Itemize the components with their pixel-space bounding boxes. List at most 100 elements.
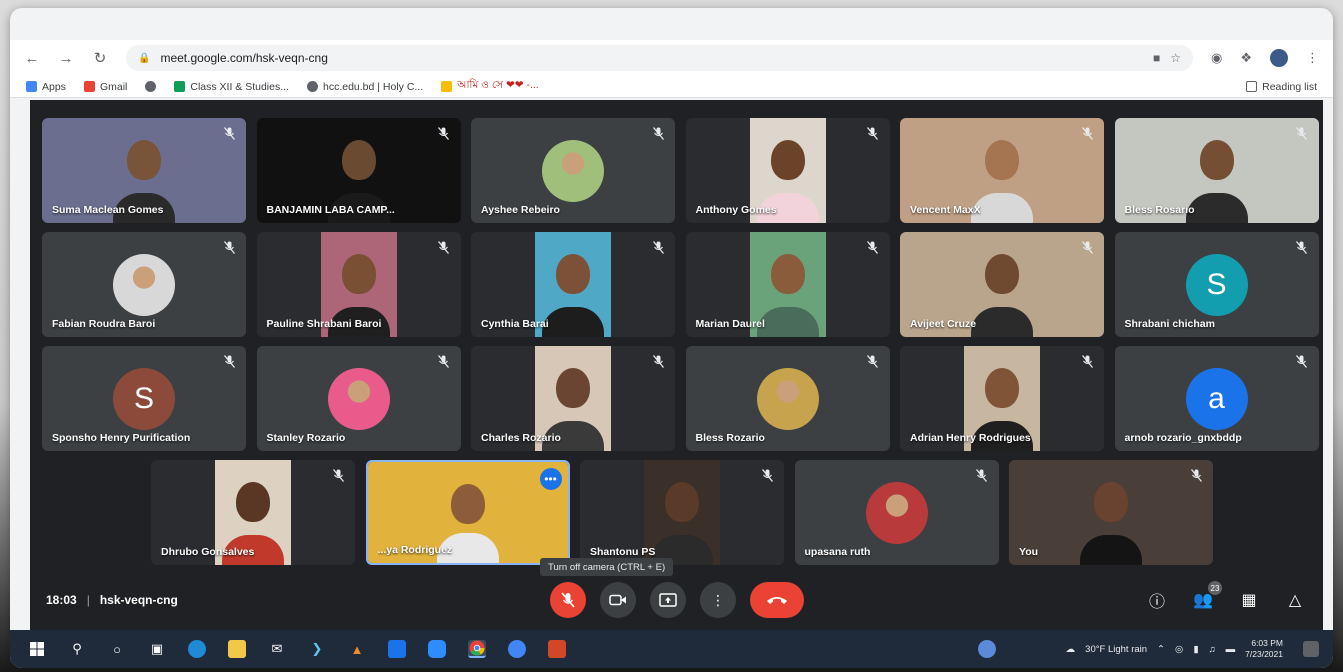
- extension-icon[interactable]: ◉: [1211, 50, 1222, 66]
- participant-tile[interactable]: upasana ruth: [794, 460, 999, 565]
- bookmark-star-icon[interactable]: ☆: [1170, 51, 1181, 65]
- bookmark-class-xii[interactable]: Class XII & Studies...: [174, 81, 289, 93]
- profile-photo: [756, 367, 819, 430]
- participant-tile[interactable]: Adrian Henry Rodrigues: [900, 346, 1104, 451]
- windows-start-icon[interactable]: [28, 640, 46, 658]
- network-icon[interactable]: ◎: [1175, 644, 1183, 655]
- browser-window: ← → ↻ 🔒 meet.google.com/hsk-veqn-cng ■ ☆…: [10, 8, 1333, 668]
- search-icon[interactable]: ⚲: [68, 640, 86, 658]
- participant-tile[interactable]: S Sponsho Henry Purification: [42, 346, 246, 451]
- people-icon: 👥: [1193, 592, 1213, 609]
- tray-app-icon[interactable]: [977, 640, 996, 658]
- participant-name: Bless Rosario: [1124, 204, 1195, 216]
- camera-button[interactable]: [600, 582, 636, 618]
- weather-text[interactable]: 30°F Light rain: [1085, 644, 1147, 655]
- notification-icon[interactable]: [1303, 641, 1319, 657]
- mail-icon[interactable]: ✉: [268, 640, 286, 658]
- mic-tray-icon[interactable]: ▮: [1193, 644, 1198, 655]
- participant-tile[interactable]: Cynthia Barai: [471, 232, 675, 337]
- muted-mic-icon: [437, 354, 451, 368]
- volume-icon[interactable]: ♫: [1209, 644, 1216, 655]
- meeting-details-button[interactable]: ⓘ: [1147, 588, 1167, 612]
- muted-mic-icon: [651, 240, 665, 254]
- activities-button[interactable]: △: [1285, 590, 1305, 610]
- participant-tile[interactable]: Marian Daurel: [685, 232, 890, 337]
- participant-tile[interactable]: Stanley Rozario: [256, 346, 461, 451]
- participant-face: [236, 482, 270, 522]
- muted-mic-icon: [1080, 240, 1094, 254]
- participant-tile[interactable]: Charles Rozario: [471, 346, 675, 451]
- bookmark-ami-o-se[interactable]: আমি ও সে ❤❤ -...: [441, 78, 539, 95]
- task-view-icon[interactable]: ▣: [148, 640, 166, 658]
- present-button[interactable]: [650, 582, 686, 618]
- participant-tile[interactable]: Ayshee Rebeiro: [471, 118, 675, 223]
- participant-name: arnob rozario_gnxbddp: [1124, 432, 1242, 444]
- initial-avatar: S: [113, 367, 175, 430]
- muted-mic-icon: [1080, 354, 1094, 368]
- participant-face: [127, 140, 161, 180]
- muted-mic-icon: [222, 240, 236, 254]
- muted-mic-icon: [866, 126, 880, 140]
- zoom-icon[interactable]: [428, 640, 446, 658]
- participant-tile[interactable]: S Shrabani chicham: [1114, 232, 1319, 337]
- participant-tile[interactable]: ••• ...ya Rodriguez: [365, 460, 570, 565]
- people-count-badge: 23: [1208, 581, 1222, 595]
- chat-button[interactable]: ▦: [1239, 590, 1259, 610]
- mic-off-button[interactable]: [550, 582, 586, 618]
- participant-name: Shrabani chicham: [1124, 318, 1215, 330]
- participant-tile[interactable]: Anthony Gomes: [685, 118, 890, 223]
- reload-icon[interactable]: ↻: [92, 49, 108, 67]
- chrome-profile-icon[interactable]: [508, 640, 526, 658]
- meeting-info[interactable]: 18:03 | hsk-veqn-cng: [46, 593, 178, 607]
- reading-list[interactable]: Reading list: [1246, 81, 1317, 93]
- chevron-up-icon[interactable]: ⌃: [1157, 644, 1165, 655]
- profile-avatar[interactable]: [1270, 49, 1288, 67]
- terminal-icon[interactable]: ❯: [308, 640, 326, 658]
- puzzle-icon[interactable]: ❖: [1240, 50, 1252, 66]
- edge-icon[interactable]: [188, 640, 206, 658]
- participant-face: [985, 140, 1019, 180]
- bookmarks-bar: Apps Gmail Class XII & Studies... hcc.ed…: [10, 76, 1333, 98]
- bookmark-gmail[interactable]: Gmail: [83, 81, 127, 93]
- tile-options-icon[interactable]: •••: [539, 468, 562, 490]
- participant-tile[interactable]: Bless Rosario: [1114, 118, 1319, 223]
- file-explorer-icon[interactable]: [228, 640, 246, 658]
- more-options-button[interactable]: ⋮: [700, 582, 736, 618]
- leave-call-button[interactable]: [750, 582, 804, 618]
- menu-kebab-icon[interactable]: ⋮: [1306, 50, 1319, 66]
- bookmark-globe[interactable]: [145, 81, 157, 92]
- meeting-time: 18:03: [46, 593, 77, 607]
- chrome-icon[interactable]: [468, 640, 486, 658]
- participant-face: [341, 254, 376, 294]
- participant-tile[interactable]: BANJAMIN LABA CAMP...: [256, 118, 461, 223]
- bookmark-apps[interactable]: Apps: [26, 81, 66, 93]
- forward-icon[interactable]: →: [58, 50, 74, 67]
- camera-indicator-icon[interactable]: ■: [1153, 51, 1160, 65]
- participant-tile[interactable]: Vencent MaxX: [900, 118, 1104, 223]
- back-icon[interactable]: ←: [24, 50, 40, 67]
- participant-tile[interactable]: Suma Maclean Gomes: [42, 118, 246, 223]
- participant-tile[interactable]: Dhrubo Gonsalves: [151, 460, 355, 565]
- windows-taskbar: ⚲ ○ ▣ ✉ ❯ ▲ ☁ 30°F Light rain ⌃ ◎ ▮ ♫ ▬: [10, 630, 1333, 668]
- vlc-icon[interactable]: ▲: [348, 640, 366, 658]
- participant-tile[interactable]: Bless Rozario: [685, 346, 890, 451]
- clock[interactable]: 6:03 PM 7/23/2021: [1245, 638, 1283, 660]
- cortana-icon[interactable]: ○: [108, 640, 126, 658]
- participant-tile[interactable]: a arnob rozario_gnxbddp: [1114, 346, 1319, 451]
- muted-mic-icon: [975, 468, 989, 482]
- people-button[interactable]: 👥 23: [1193, 581, 1222, 610]
- address-bar[interactable]: 🔒 meet.google.com/hsk-veqn-cng ■ ☆: [126, 45, 1193, 71]
- keyboard-icon[interactable]: ▬: [1226, 644, 1236, 655]
- participant-tile[interactable]: Fabian Roudra Baroi: [42, 232, 246, 337]
- participant-face: [556, 368, 590, 408]
- bookmark-hcc[interactable]: hcc.edu.bd | Holy C...: [306, 81, 423, 93]
- participant-tile[interactable]: Avijeet Cruze: [900, 232, 1104, 337]
- participant-face: [770, 254, 805, 294]
- gmail-icon: [83, 81, 95, 92]
- participant-face: [556, 254, 590, 294]
- powerpoint-icon[interactable]: [548, 640, 566, 658]
- outlook-icon[interactable]: [388, 640, 406, 658]
- participant-tile[interactable]: Shantonu PS: [580, 460, 784, 565]
- participant-tile[interactable]: Pauline Shrabani Baroi: [256, 232, 461, 337]
- participant-tile[interactable]: You: [1009, 460, 1213, 565]
